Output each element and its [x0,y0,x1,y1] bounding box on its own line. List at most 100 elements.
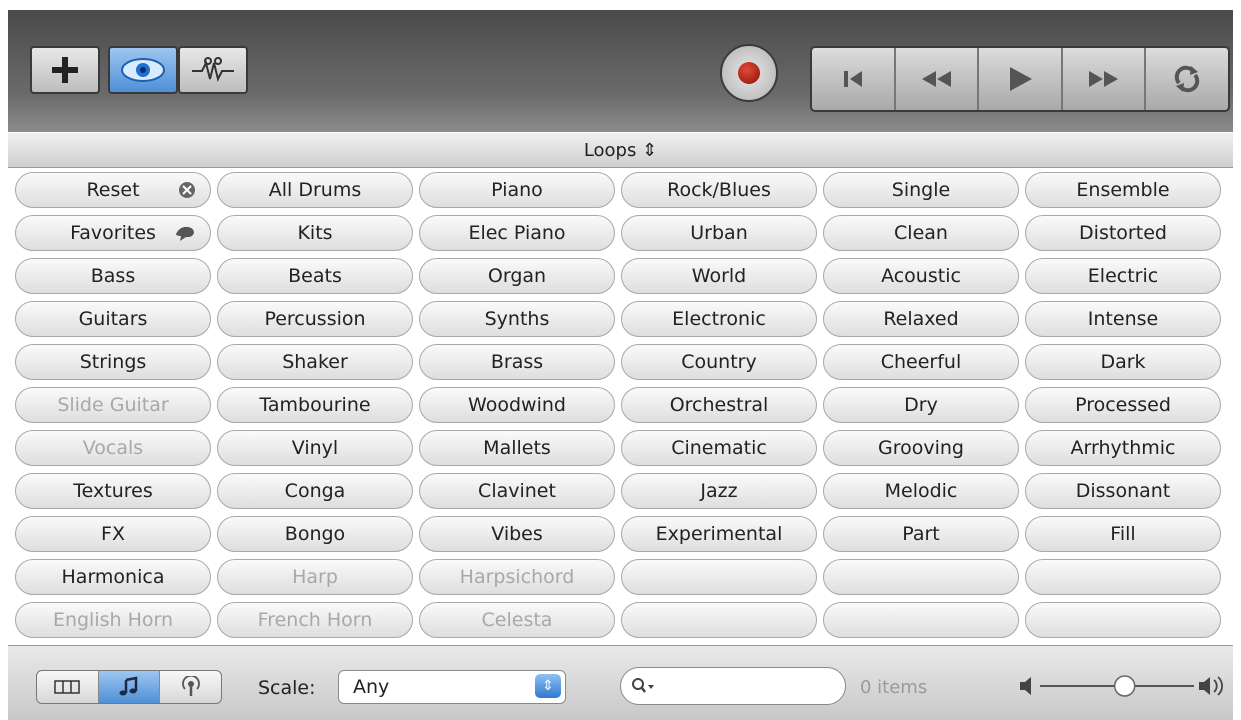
keyword-button[interactable]: Ensemble [1025,172,1221,208]
search-input[interactable] [661,676,825,696]
keyword-button[interactable]: Favorites [15,215,211,251]
keyword-button[interactable]: Celesta [419,602,615,638]
keyword-button[interactable]: Electronic [621,301,817,337]
keyword-label: Country [681,351,757,373]
keyword-button[interactable]: Kits [217,215,413,251]
keyword-button[interactable]: Shaker [217,344,413,380]
keyword-button[interactable]: Harmonica [15,559,211,595]
keyword-button[interactable]: Cheerful [823,344,1019,380]
fast-forward-button[interactable] [1063,48,1147,110]
keyword-button[interactable]: Bongo [217,516,413,552]
keyword-row: Harmonica Harp Harpsichord [15,559,1228,602]
keyword-button[interactable]: Processed [1025,387,1221,423]
loops-header[interactable]: Loops ⇕ [8,133,1233,168]
keyword-button[interactable]: Strings [15,344,211,380]
volume-high-icon [1199,676,1223,696]
keyword-button[interactable]: Dark [1025,344,1221,380]
editor-button[interactable] [178,46,248,94]
keyword-button[interactable]: Tambourine [217,387,413,423]
volume-slider[interactable] [1018,671,1226,701]
keyword-label: FX [101,523,125,545]
keyword-button[interactable]: Cinematic [621,430,817,466]
keyword-label: Intense [1087,308,1159,330]
keyword-label: Clavinet [478,480,556,502]
keyword-button[interactable]: Experimental [621,516,817,552]
keyword-button[interactable]: Electric [1025,258,1221,294]
keyword-label: French Horn [257,609,373,631]
keyword-button[interactable]: Mallets [419,430,615,466]
keyword-button[interactable]: Harp [217,559,413,595]
keyword-button[interactable]: Distorted [1025,215,1221,251]
loop-browser-button[interactable] [108,46,178,94]
keyword-button[interactable]: Dry [823,387,1019,423]
keyword-button[interactable]: World [621,258,817,294]
scale-select[interactable]: Any ⇕ [338,670,566,704]
keyword-button[interactable]: Percussion [217,301,413,337]
keyword-button[interactable]: Jazz [621,473,817,509]
podcast-view-button[interactable] [160,671,221,703]
cycle-button[interactable] [1146,48,1228,110]
keyword-button[interactable]: Single [823,172,1019,208]
keyword-button[interactable]: Conga [217,473,413,509]
volume-knob[interactable] [1113,675,1136,697]
keyword-row: Guitars Percussion Synths Electronic Relaxed… [15,301,1228,344]
clear-icon [178,181,196,204]
empty-keyword-button [823,559,1019,595]
music-note-view-button[interactable] [98,671,161,703]
column-view-button[interactable] [37,671,99,703]
keyword-row: Strings Shaker Brass Country Cheerful Dark [15,344,1228,387]
keyword-button[interactable]: Brass [419,344,615,380]
skip-to-start-button[interactable] [812,48,896,110]
keyword-button[interactable]: Vocals [15,430,211,466]
keyword-button[interactable]: Arrhythmic [1025,430,1221,466]
keyword-button[interactable]: Piano [419,172,615,208]
keyword-button[interactable]: Textures [15,473,211,509]
keyword-button[interactable]: Clean [823,215,1019,251]
keyword-button[interactable]: Elec Piano [419,215,615,251]
keyword-button[interactable]: All Drums [217,172,413,208]
keyword-button[interactable]: Beats [217,258,413,294]
keyword-button[interactable]: Relaxed [823,301,1019,337]
keyword-button[interactable]: Urban [621,215,817,251]
keyword-button[interactable]: Country [621,344,817,380]
keyword-label: Favorites [70,222,156,244]
keyword-button[interactable]: Harpsichord [419,559,615,595]
keyword-button[interactable]: Vibes [419,516,615,552]
keyword-button[interactable]: Clavinet [419,473,615,509]
keyword-button[interactable]: Vinyl [217,430,413,466]
keyword-button[interactable]: Acoustic [823,258,1019,294]
empty-keyword-button [823,602,1019,638]
keyword-button[interactable]: Organ [419,258,615,294]
keyword-label: Urban [690,222,748,244]
keyword-button[interactable]: Dissonant [1025,473,1221,509]
record-button[interactable] [720,44,778,102]
items-count: 0 items [860,677,928,698]
keyword-row: Slide Guitar Tambourine Woodwind Orchestral… [15,387,1228,430]
keyword-button[interactable]: Reset [15,172,211,208]
keyword-button[interactable]: Slide Guitar [15,387,211,423]
keyword-button[interactable]: English Horn [15,602,211,638]
keyword-button[interactable]: Intense [1025,301,1221,337]
fast-forward-icon [1088,71,1118,87]
keyword-label: Vibes [491,523,543,545]
keyword-button[interactable]: Guitars [15,301,211,337]
rewind-button[interactable] [896,48,980,110]
keyword-button[interactable]: French Horn [217,602,413,638]
keyword-button[interactable]: Melodic [823,473,1019,509]
keyword-button[interactable]: Part [823,516,1019,552]
keyword-button[interactable]: Fill [1025,516,1221,552]
keyword-button[interactable]: Orchestral [621,387,817,423]
keyword-label: World [691,265,747,287]
scissors-icon [192,57,234,82]
keyword-label: Piano [491,179,543,201]
keyword-button[interactable]: Bass [15,258,211,294]
add-track-button[interactable] [30,46,100,94]
keyword-button[interactable]: FX [15,516,211,552]
keyword-button[interactable]: Woodwind [419,387,615,423]
keyword-label: Percussion [264,308,366,330]
play-button[interactable] [979,48,1063,110]
keyword-button[interactable]: Rock/Blues [621,172,817,208]
keyword-button[interactable]: Synths [419,301,615,337]
keyword-button[interactable]: Grooving [823,430,1019,466]
search-field[interactable] [620,667,846,705]
